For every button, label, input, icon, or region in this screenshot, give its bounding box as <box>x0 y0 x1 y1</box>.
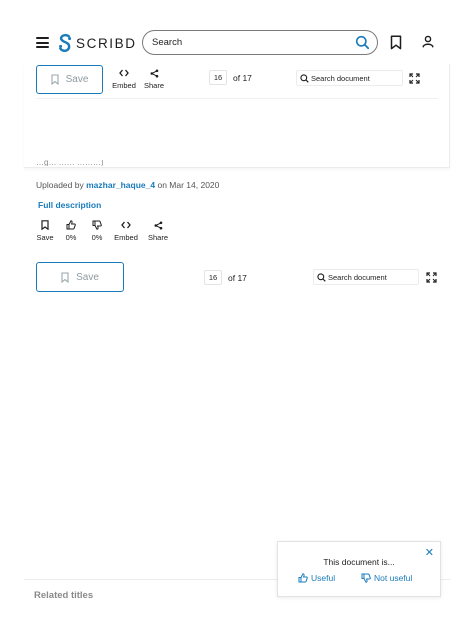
save-action-label: Save <box>36 233 54 242</box>
fullscreen-icon[interactable] <box>409 71 420 89</box>
inline-page-count: of 17 <box>228 272 247 283</box>
document-toolbar: Save Embed Share of 17 <box>24 64 450 168</box>
site-header: SCRIBD <box>0 22 474 64</box>
useful-label: Useful <box>311 573 336 583</box>
inline-save-button[interactable]: Save <box>36 262 124 292</box>
thumbs-up-icon <box>63 219 79 231</box>
upload-info: Uploaded by mazhar_haque_4 on Mar 14, 20… <box>36 180 219 190</box>
embed-action[interactable]: Embed <box>113 219 139 242</box>
uploaded-prefix: Uploaded by <box>36 180 84 190</box>
upvote-percent: 0% <box>65 233 77 242</box>
share-action-label: Share <box>147 233 168 242</box>
save-button[interactable]: Save <box>36 65 103 94</box>
document-search <box>296 70 403 86</box>
bookmark-icon <box>51 74 59 85</box>
scribd-logo[interactable]: SCRIBD <box>58 32 137 54</box>
full-description-link[interactable]: Full description <box>38 200 101 210</box>
user-icon[interactable] <box>422 35 434 53</box>
not-useful-label: Not useful <box>374 573 413 583</box>
share-label: Share <box>143 81 164 90</box>
thumbs-up-icon <box>298 573 308 583</box>
bookmark-icon[interactable] <box>390 35 402 55</box>
page-count: of 17 <box>233 72 252 83</box>
search-icon[interactable] <box>355 35 370 50</box>
document-search-input[interactable] <box>311 73 401 83</box>
inline-page-navigator: of 17 <box>204 270 247 285</box>
share-icon <box>142 67 166 79</box>
uploader-link[interactable]: mazhar_haque_4 <box>86 180 155 190</box>
upvote-action[interactable]: 0% <box>63 219 79 242</box>
inline-document-search-input[interactable] <box>328 272 418 282</box>
useful-button[interactable]: Useful <box>298 573 335 583</box>
search-input[interactable] <box>152 34 347 51</box>
page-navigator: of 17 <box>209 70 252 85</box>
embed-button[interactable]: Embed <box>111 67 137 90</box>
save-action[interactable]: Save <box>36 219 54 242</box>
document-title-cutoff: …g… …… ………) <box>36 160 104 166</box>
search-icon <box>317 272 326 282</box>
fullscreen-icon[interactable] <box>426 270 437 288</box>
inline-page-number-input[interactable] <box>204 270 222 285</box>
save-label: Save <box>65 74 89 85</box>
bookmark-icon <box>36 219 54 231</box>
upload-date: on Mar 14, 2020 <box>157 180 220 190</box>
share-icon <box>146 219 170 231</box>
embed-label: Embed <box>112 81 136 90</box>
thumbs-down-icon <box>361 573 371 583</box>
share-button[interactable]: Share <box>142 67 166 90</box>
menu-icon[interactable] <box>36 37 49 48</box>
feedback-question: This document is... <box>323 557 395 567</box>
logo-text: SCRIBD <box>76 35 137 51</box>
share-action[interactable]: Share <box>146 219 170 242</box>
downvote-percent: 0% <box>91 233 103 242</box>
not-useful-button[interactable]: Not useful <box>361 573 412 583</box>
embed-action-label: Embed <box>114 233 138 242</box>
embed-icon <box>111 67 137 79</box>
related-titles-heading: Related titles <box>34 590 94 601</box>
inline-save-label: Save <box>76 271 99 283</box>
page-number-input[interactable] <box>209 70 227 85</box>
bookmark-icon <box>61 271 69 283</box>
toolbar-divider <box>36 98 438 99</box>
downvote-action[interactable]: 0% <box>89 219 105 242</box>
scribd-logo-mark-icon <box>59 33 72 52</box>
search-icon <box>300 73 309 83</box>
feedback-popup: ✕ This document is... Useful Not useful <box>277 541 441 597</box>
site-search <box>142 30 378 55</box>
inline-document-search <box>313 269 419 285</box>
thumbs-down-icon <box>89 219 105 231</box>
embed-icon <box>113 219 139 231</box>
